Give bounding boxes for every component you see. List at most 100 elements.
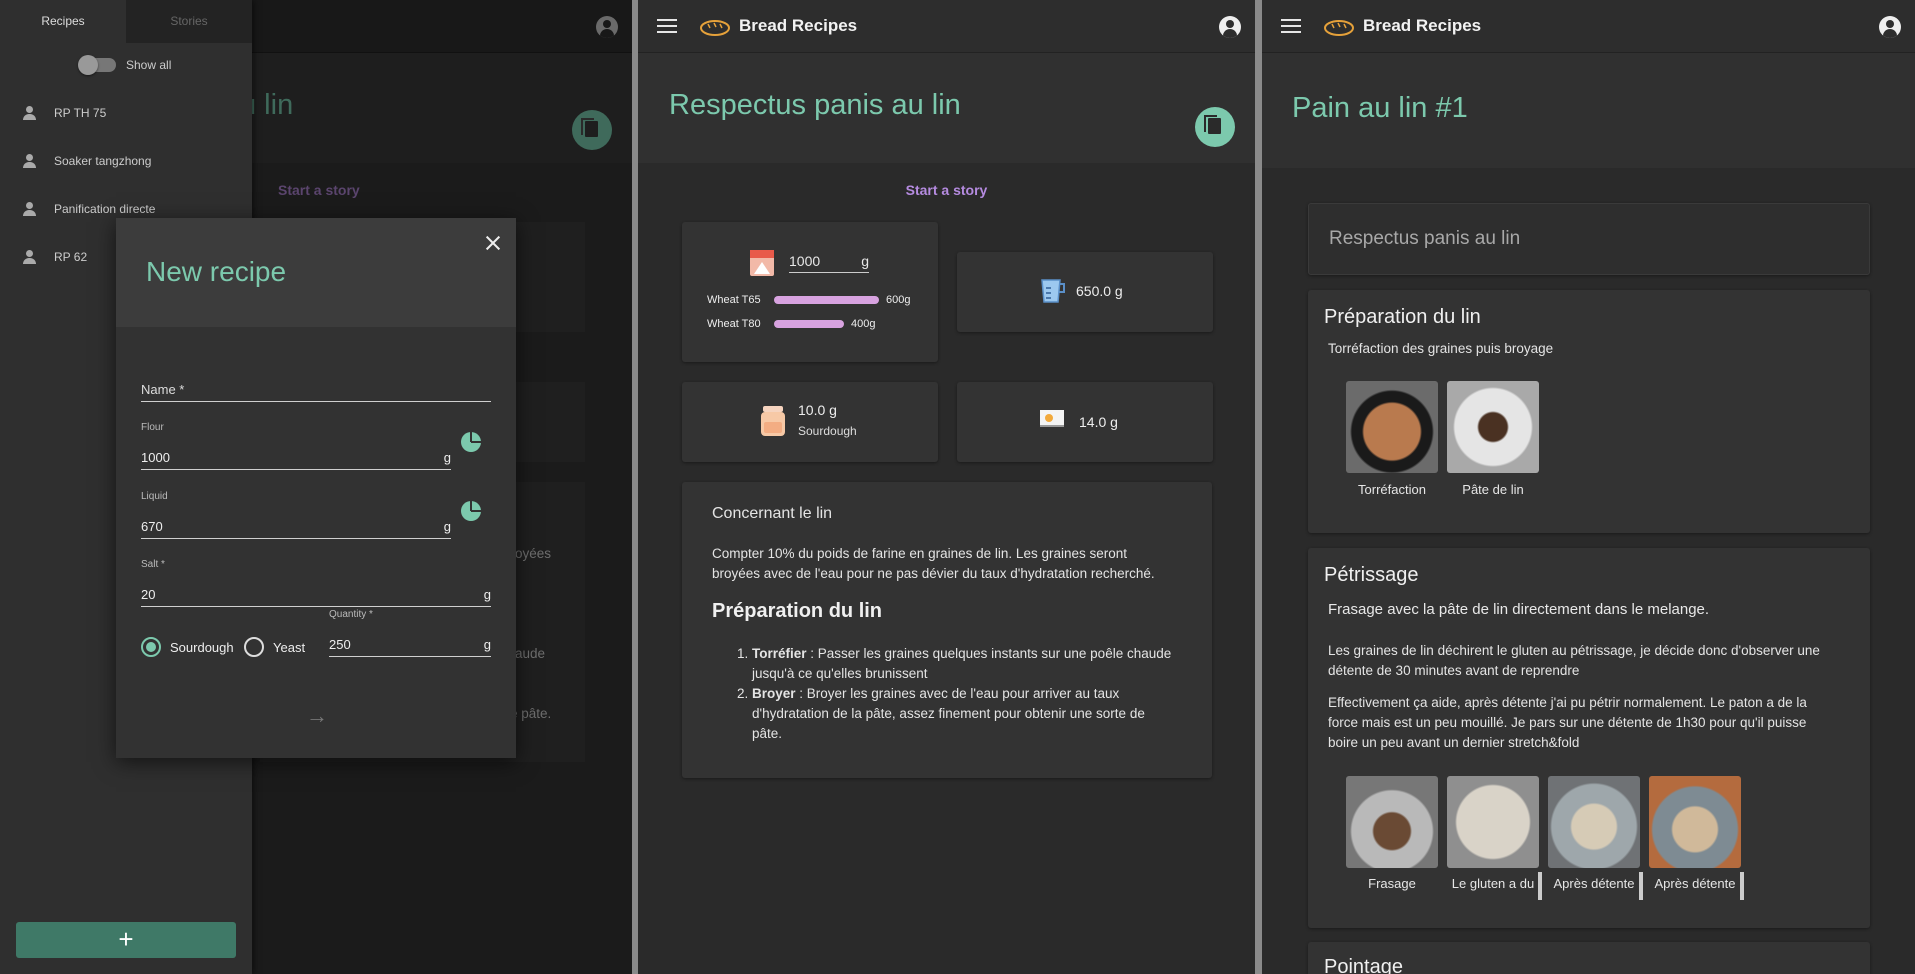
leaven-card: 10.0 g Sourdough <box>682 382 938 462</box>
quantity-value: 250 <box>329 637 351 652</box>
close-icon[interactable] <box>484 234 502 252</box>
flour-card: 1000 g Wheat T65 600g Wheat T80 400g <box>682 222 938 362</box>
radio-sourdough[interactable]: Sourdough <box>141 637 234 657</box>
page-title: Pain au lin #1 <box>1292 92 1468 124</box>
photo-thumbnail[interactable] <box>1447 381 1539 473</box>
salt-value: 20 <box>141 587 156 602</box>
step-card: Pointage <box>1308 942 1870 974</box>
app-bar: Bread Recipes <box>1262 0 1915 53</box>
salt-card: 14.0 g <box>957 382 1213 462</box>
flour-amount: 400g <box>851 318 876 330</box>
flour-value: 1000 <box>141 450 170 465</box>
next-arrow-icon[interactable]: → <box>306 703 328 729</box>
toggle-thumb <box>78 55 98 75</box>
menu-icon[interactable] <box>1281 19 1301 33</box>
page-header: Pain au lin #1 <box>1262 53 1915 168</box>
copy-icon <box>581 118 598 137</box>
app-bar: Bread Recipes <box>638 0 1255 53</box>
drawer-item-recipe[interactable]: Soaker tangzhong <box>22 153 151 169</box>
liquid-label: Liquid <box>141 491 168 502</box>
carousel-scroll-handle[interactable] <box>1740 872 1744 900</box>
account-icon[interactable] <box>1879 16 1901 38</box>
quantity-field[interactable]: Quantity * 250 g <box>329 609 491 657</box>
bread-logo-icon <box>700 20 730 36</box>
flour-proportion-bar <box>774 296 879 304</box>
name-field[interactable]: Name * <box>141 374 491 402</box>
text-fragment: e pâte. <box>510 706 552 721</box>
liquid-value: 650.0 g <box>1076 283 1123 299</box>
radio-yeast[interactable]: Yeast <box>244 637 305 657</box>
account-icon[interactable] <box>596 16 618 38</box>
account-icon[interactable] <box>1219 16 1241 38</box>
quantity-label: Quantity * <box>329 609 373 620</box>
radio-unselected-icon <box>244 637 264 657</box>
drawer-item-label: Panification directe <box>54 202 156 216</box>
page-header: Respectus panis au lin <box>638 53 1255 163</box>
photo-thumbnail[interactable] <box>1649 776 1741 868</box>
app-title: Bread Recipes <box>739 16 858 35</box>
quantity-unit: g <box>483 637 491 652</box>
drawer-item-recipe[interactable]: Panification directe <box>22 201 155 217</box>
dialog-title: New recipe <box>146 256 287 287</box>
recipe-reference: Respectus panis au lin <box>1329 228 1521 249</box>
app-title: Bread Recipes <box>1363 16 1482 35</box>
photo-thumbnail[interactable] <box>1346 776 1438 868</box>
carousel-scroll-handle[interactable] <box>1639 872 1643 900</box>
drawer-item-recipe[interactable]: RP TH 75 <box>22 105 106 121</box>
recipe-reference-card[interactable]: Respectus panis au lin <box>1308 203 1870 275</box>
flour-field[interactable]: Flour 1000 g <box>141 422 451 470</box>
menu-icon[interactable] <box>657 19 677 33</box>
salt-field[interactable]: Salt * 20 g <box>141 559 491 607</box>
name-placeholder: Name * <box>141 382 185 397</box>
step-paragraph: Les graines de lin déchirent le gluten a… <box>1328 641 1820 681</box>
step-keyword: Broyer <box>752 686 796 701</box>
step-text: : Broyer les graines avec de l'eau pour … <box>795 686 1120 701</box>
start-story-link[interactable]: Start a story <box>638 182 1255 198</box>
show-all-toggle[interactable]: Show all <box>78 55 171 75</box>
leaven-value: 10.0 g <box>798 402 837 418</box>
liquid-mix-pie-icon[interactable] <box>461 501 481 521</box>
step-title: Préparation du lin <box>1324 306 1481 328</box>
liquid-card: 650.0 g <box>957 252 1213 332</box>
photo-caption: Frasage <box>1368 876 1416 891</box>
step-title: Pétrissage <box>1324 564 1419 586</box>
flour-name: Wheat T65 <box>707 294 761 306</box>
page-title: Respectus panis au lin <box>669 89 961 121</box>
step-line: détente de 30 minutes avant de reprendre <box>1328 663 1580 678</box>
flour-total-field[interactable]: 1000 g <box>789 253 869 273</box>
radio-label: Yeast <box>273 639 306 655</box>
step-text: Torréfaction des graines puis broyage <box>1328 341 1554 356</box>
salt-icon <box>1040 410 1064 427</box>
copy-recipe-button-dimmed <box>572 110 612 150</box>
carousel-scroll-handle[interactable] <box>1538 872 1542 900</box>
flour-label: Flour <box>141 422 164 433</box>
toggle-switch[interactable] <box>78 55 116 75</box>
notes-line: Compter 10% du poids de farine en graine… <box>712 546 1127 561</box>
drawer-item-label: Soaker tangzhong <box>54 154 152 168</box>
copy-recipe-button[interactable] <box>1195 107 1235 147</box>
salt-unit: g <box>483 587 491 602</box>
flour-mix-pie-icon[interactable] <box>461 432 481 452</box>
tab-recipes[interactable]: Recipes <box>0 0 126 43</box>
drawer-item-label: RP 62 <box>54 250 88 264</box>
text-fragment: oyées <box>515 546 552 561</box>
step-text: d'hydratation de la pâte, assez finement… <box>752 706 1145 721</box>
add-recipe-button[interactable]: + <box>16 922 236 958</box>
steps-list: Torréfier : Passer les graines quelques … <box>734 644 1174 744</box>
flour-unit: g <box>443 450 451 465</box>
step-keyword: Torréfier <box>752 646 807 661</box>
photo-thumbnail[interactable] <box>1548 776 1640 868</box>
liquid-field[interactable]: Liquid 670 g <box>141 491 451 539</box>
flour-total: 1000 <box>789 253 821 269</box>
drawer-item-recipe[interactable]: RP 62 <box>22 249 87 265</box>
flour-row: Wheat T80 400g <box>707 318 875 330</box>
text-fragment: aude <box>515 646 546 661</box>
flour-name: Wheat T80 <box>707 318 761 330</box>
step-paragraph: Effectivement ça aide, après détente j'a… <box>1328 693 1807 753</box>
tab-stories[interactable]: Stories <box>126 0 252 43</box>
list-item: Torréfier : Passer les graines quelques … <box>752 644 1174 684</box>
notes-heading: Concernant le lin <box>712 505 833 522</box>
photo-thumbnail[interactable] <box>1346 381 1438 473</box>
radio-label: Sourdough <box>170 639 234 655</box>
photo-thumbnail[interactable] <box>1447 776 1539 868</box>
